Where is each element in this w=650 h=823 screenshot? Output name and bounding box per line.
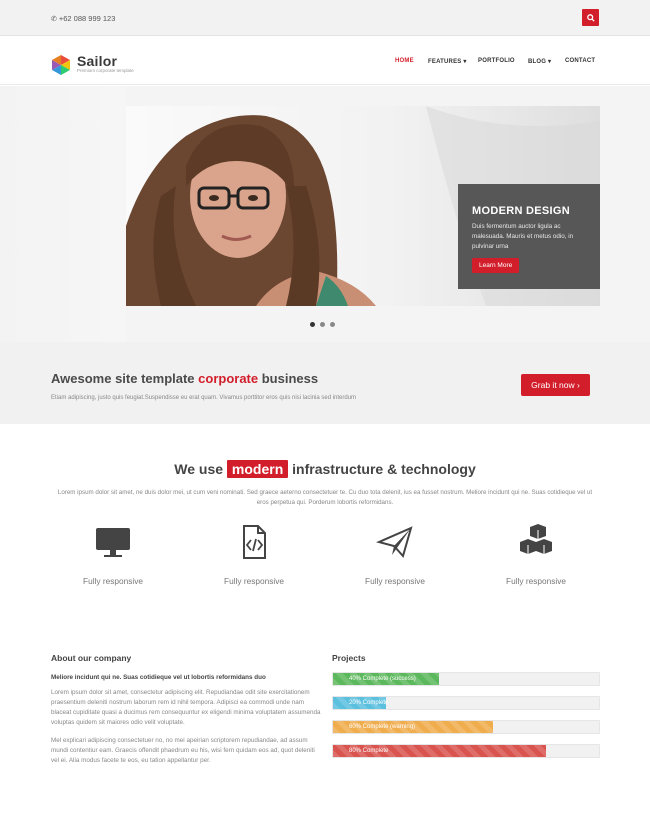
features-title: We use modern infrastructure & technolog…: [0, 460, 650, 478]
slider-dot-1[interactable]: [310, 322, 315, 327]
cta-title-start: Awesome site template: [51, 371, 199, 386]
feature-label: Fully responsive: [506, 576, 566, 586]
main-nav: HOME FEATURES ▾ PORTFOLIO BLOG ▾ CONTACT: [0, 58, 650, 70]
phone-icon: ✆: [51, 16, 57, 23]
feature-label: Fully responsive: [83, 576, 143, 586]
progress-bar-1: 40% Complete (success): [332, 672, 600, 686]
search-icon: [586, 13, 595, 22]
paper-plane-icon: [375, 526, 413, 559]
nav-contact[interactable]: CONTACT: [565, 58, 595, 64]
nav-features[interactable]: FEATURES ▾: [428, 58, 467, 65]
nav-portfolio[interactable]: PORTFOLIO: [478, 58, 515, 64]
learn-more-button[interactable]: Learn More: [472, 258, 520, 273]
progress-fill: 40% Complete (success): [333, 673, 440, 685]
progress-bar-2: 20% Complete: [332, 696, 600, 710]
progress-bar-3: 60% Complete (warning): [332, 720, 600, 734]
nav-home[interactable]: HOME: [395, 58, 414, 64]
feature-item: Fully responsive: [199, 524, 309, 586]
slide-caption: MODERN DESIGN Duis fermentum auctor ligu…: [458, 184, 600, 289]
cta-section: Awesome site template corporate business…: [0, 342, 650, 424]
slide-caption-text: Duis fermentum auctor ligula ac malesuad…: [472, 223, 574, 250]
progress-fill: 80% Complete: [333, 745, 546, 757]
cta-title-highlight: corporate: [198, 371, 259, 386]
feature-item: Fully responsive: [58, 524, 168, 586]
feature-label: Fully responsive: [365, 576, 425, 586]
nav-blog[interactable]: BLOG ▾: [528, 58, 551, 65]
progress-fill: 20% Complete: [333, 697, 388, 709]
about-paragraph-1: Lorem ipsum dolor sit amet, consectetur …: [51, 689, 321, 726]
phone-number: +62 088 999 123: [58, 14, 116, 23]
top-bar: ✆ +62 088 999 123: [0, 0, 650, 36]
code-file-icon: [243, 525, 266, 559]
search-button[interactable]: [582, 9, 599, 26]
cubes-icon: [520, 524, 552, 554]
feature-label: Fully responsive: [224, 576, 284, 586]
about-title: About our company: [51, 653, 132, 663]
phone-info: ✆ +62 088 999 123: [51, 14, 115, 23]
cta-title: Awesome site template corporate business: [51, 371, 318, 386]
features-title-start: We use: [174, 461, 227, 477]
cta-subtitle: Etiam adipiscing, justo quis feugiat.Sus…: [51, 395, 357, 401]
projects-title: Projects: [332, 653, 366, 663]
main-header: Sailor Premium corporate template HOME F…: [0, 37, 650, 85]
features-title-highlight: modern: [226, 460, 289, 478]
features-title-end: infrastructure & technology: [288, 461, 476, 477]
features-description: Lorem ipsum dolor sit amet, ne duis dolo…: [57, 489, 593, 506]
progress-fill: 60% Complete (warning): [333, 721, 493, 733]
slide-caption-title: MODERN DESIGN: [472, 205, 571, 217]
hero-background: [0, 86, 126, 342]
about-lead: Meliore incidunt qui ne. Suas cotidieque…: [51, 674, 266, 681]
progress-bar-4: 80% Complete: [332, 744, 600, 758]
hero-slider: MODERN DESIGN Duis fermentum auctor ligu…: [0, 86, 650, 342]
cta-title-end: business: [258, 371, 319, 386]
grab-it-now-button[interactable]: Grab it now ›: [521, 374, 590, 396]
feature-item: Fully responsive: [340, 524, 450, 586]
monitor-icon: [96, 528, 130, 557]
feature-item: Fully responsive: [481, 524, 591, 586]
about-paragraph-2: Mel explicari adipiscing consectetuer no…: [51, 737, 315, 764]
slider-dot-2[interactable]: [320, 322, 325, 327]
slider-dots: [310, 314, 340, 332]
slider-dot-3[interactable]: [330, 322, 335, 327]
